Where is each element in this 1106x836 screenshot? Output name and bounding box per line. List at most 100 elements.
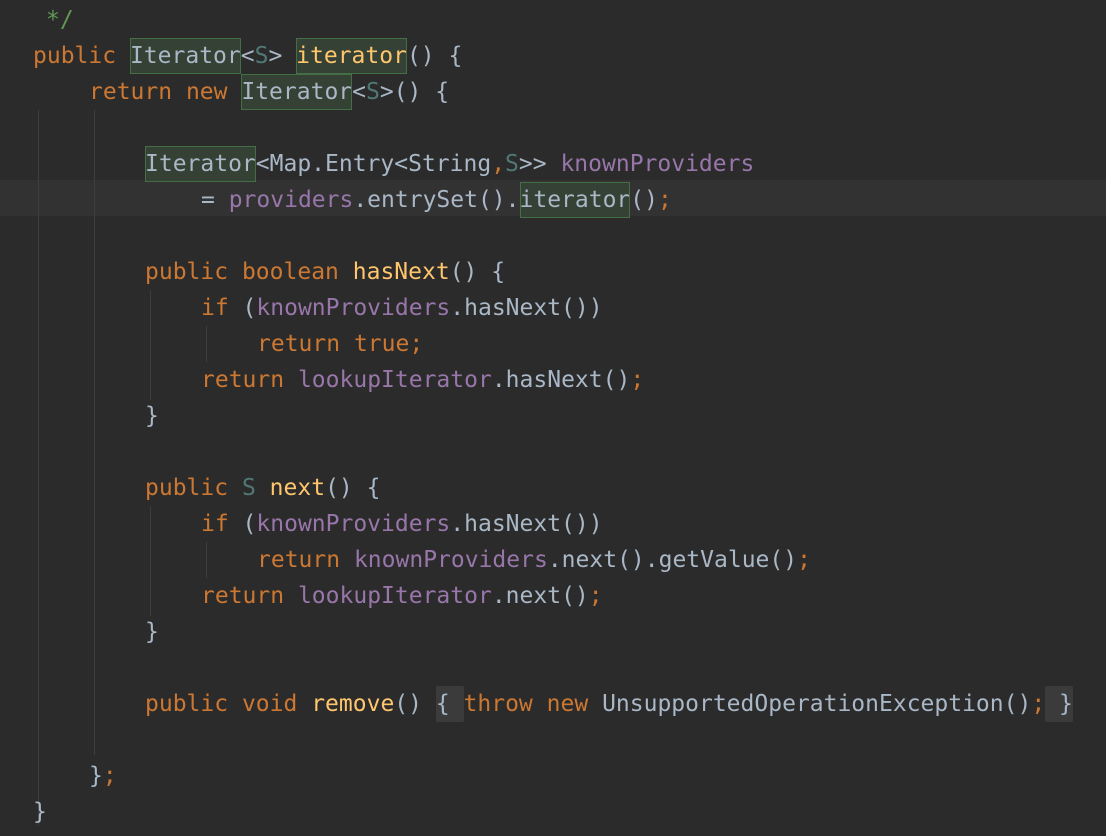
code-token: if [201,295,229,321]
code-line: if (knownProviders.hasNext()) [201,506,603,542]
code-token: < [352,79,366,105]
code-token: */ [46,7,74,33]
highlighted-usage-token: iterator [519,182,631,218]
code-token: , [491,151,506,177]
code-token: ; [409,331,424,357]
code-token: } [145,403,159,429]
indent-guide [94,110,95,755]
code-token: ; [657,187,672,213]
code-token: () { [406,43,463,69]
code-token: providers [228,187,354,213]
code-token: S [366,79,380,105]
code-token: knownProviders [353,547,548,573]
code-line: Iterator<Map.Entry<String,S>> knownProvi… [145,146,754,182]
code-token: return [201,583,285,609]
code-token: void [241,691,298,717]
code-token: next [269,475,326,501]
code-token: hasNext [352,259,450,285]
code-token: lookupIterator [297,583,492,609]
code-token: >() { [379,79,450,105]
code-token: UnsupportedOperationException() [602,691,1032,717]
code-token: ; [1031,691,1046,717]
code-line: }; [89,758,117,794]
code-line: */ [46,2,74,38]
code-token: .hasNext() [491,367,631,393]
code-token: new [546,691,589,717]
code-token: ; [797,547,811,573]
code-line: } [33,794,47,830]
code-line: return knownProviders.next().getValue(); [257,542,811,578]
code-token: lookupIterator [297,367,492,393]
code-token: >> [518,151,561,177]
highlighted-usage-token: iterator [296,38,407,74]
code-token: ( [228,511,257,537]
indent-guide [38,110,39,825]
code-token: () { [325,475,381,501]
code-token: S [254,43,269,69]
code-token: boolean [241,259,339,285]
code-line: public void remove() { throw new Unsuppo… [145,686,1073,722]
code-token: < [240,43,255,69]
code-token: knownProviders [256,511,451,537]
highlighted-usage-token: Iterator [241,74,353,110]
indent-guide [150,290,151,400]
code-token: S [505,151,519,177]
code-line: public S next() { [145,470,380,506]
code-token: () [394,691,436,717]
code-token: > [268,43,297,69]
code-token: .hasNext()) [450,511,603,537]
code-token: new [185,79,228,105]
code-token: public [145,259,229,285]
code-line: return lookupIterator.next(); [201,578,603,614]
indent-guide [206,326,207,362]
code-line: if (knownProviders.hasNext()) [201,290,603,326]
code-line: return new Iterator<S>() { [89,74,449,110]
code-token: } [145,619,159,645]
code-line: } [145,614,159,650]
matched-brace-token: } [1045,686,1073,722]
code-token: <Map.Entry<String [255,151,492,177]
code-editor[interactable]: */public Iterator<S> iterator() {return … [0,0,1106,836]
code-token: return [201,367,285,393]
code-token: return [89,79,173,105]
code-token: if [201,511,229,537]
code-token: = [201,187,229,213]
code-token: .next() [491,583,589,609]
code-token: () { [449,259,506,285]
code-token: true [353,331,410,357]
highlighted-usage-token: Iterator [145,146,256,182]
code-token: .hasNext()) [450,295,603,321]
code-token: S [241,475,256,501]
code-token: ; [588,583,603,609]
code-token: return [257,331,341,357]
code-token: knownProviders [256,295,451,321]
code-token: remove [311,691,395,717]
highlighted-usage-token: Iterator [129,38,241,74]
code-token: .entrySet(). [353,187,520,213]
code-line: return lookupIterator.hasNext(); [201,362,644,398]
code-token: .next().getValue() [547,547,798,573]
code-token: return [257,547,341,573]
code-token: knownProviders [560,151,755,177]
indent-guide [206,542,207,578]
code-token: () [630,187,658,213]
code-line: public boolean hasNext() { [145,254,505,290]
code-line: } [145,398,159,434]
code-token: public [145,691,229,717]
code-token: public [33,43,117,69]
code-line: return true; [257,326,423,362]
code-token: ; [102,763,117,789]
